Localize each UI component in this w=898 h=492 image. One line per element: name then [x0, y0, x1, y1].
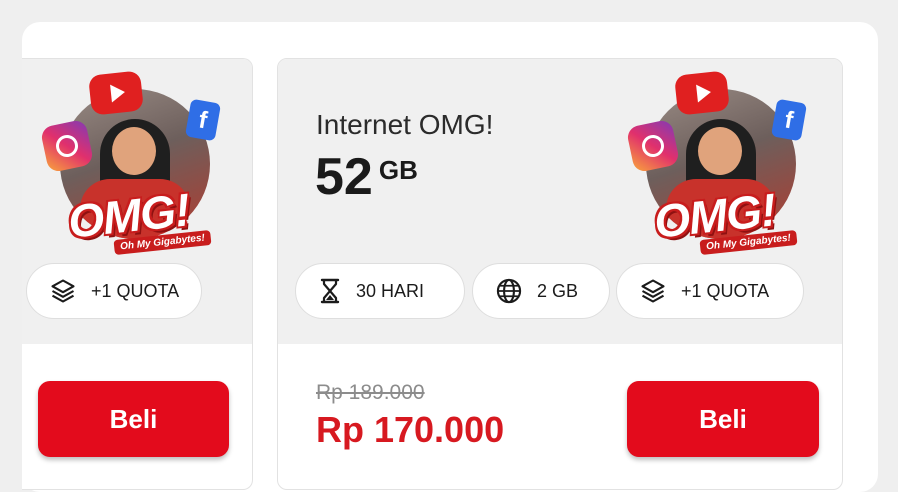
- quota-unit: GB: [378, 155, 418, 185]
- buy-button-label: Beli: [109, 403, 158, 434]
- facebook-icon: f: [184, 98, 222, 142]
- youtube-icon: [674, 70, 730, 116]
- chip-quota: +1 QUOTA: [616, 263, 804, 319]
- chip-label: +1 QUOTA: [681, 280, 770, 301]
- chip-label: 30 HARI: [356, 280, 425, 301]
- hourglass-icon: [320, 278, 340, 304]
- package-card-partial[interactable]: f OMG! Oh My Gigabytes! +1 QUOTA Beli: [22, 58, 253, 490]
- chip-label: 2 GB: [537, 280, 579, 301]
- omg-promo-image: f OMG! Oh My Gigabytes!: [32, 67, 222, 257]
- globe-icon: [496, 278, 522, 304]
- layers-icon: [51, 279, 75, 303]
- omg-promo-image: f OMG! Oh My Gigabytes!: [618, 67, 808, 257]
- layers-icon: [641, 279, 665, 303]
- youtube-icon: [88, 70, 144, 116]
- package-card[interactable]: Internet OMG! 52 GB f OMG! Oh My Gigabyt…: [277, 58, 843, 490]
- chip-data: 2 GB: [472, 263, 610, 319]
- buy-button[interactable]: Beli: [38, 381, 229, 457]
- buy-button[interactable]: Beli: [627, 381, 819, 457]
- discounted-price: Rp 170.000: [316, 409, 505, 450]
- chip-quota: +1 QUOTA: [26, 263, 203, 319]
- chip-label: +1 QUOTA: [91, 280, 180, 301]
- buy-button-label: Beli: [699, 403, 747, 434]
- package-quota: 52 GB: [315, 147, 418, 207]
- quota-value: 52: [315, 148, 373, 206]
- facebook-icon: f: [770, 98, 808, 142]
- chip-duration: 30 HARI: [295, 263, 465, 319]
- package-title: Internet OMG!: [316, 109, 494, 140]
- original-price: Rp 189.000: [316, 381, 425, 404]
